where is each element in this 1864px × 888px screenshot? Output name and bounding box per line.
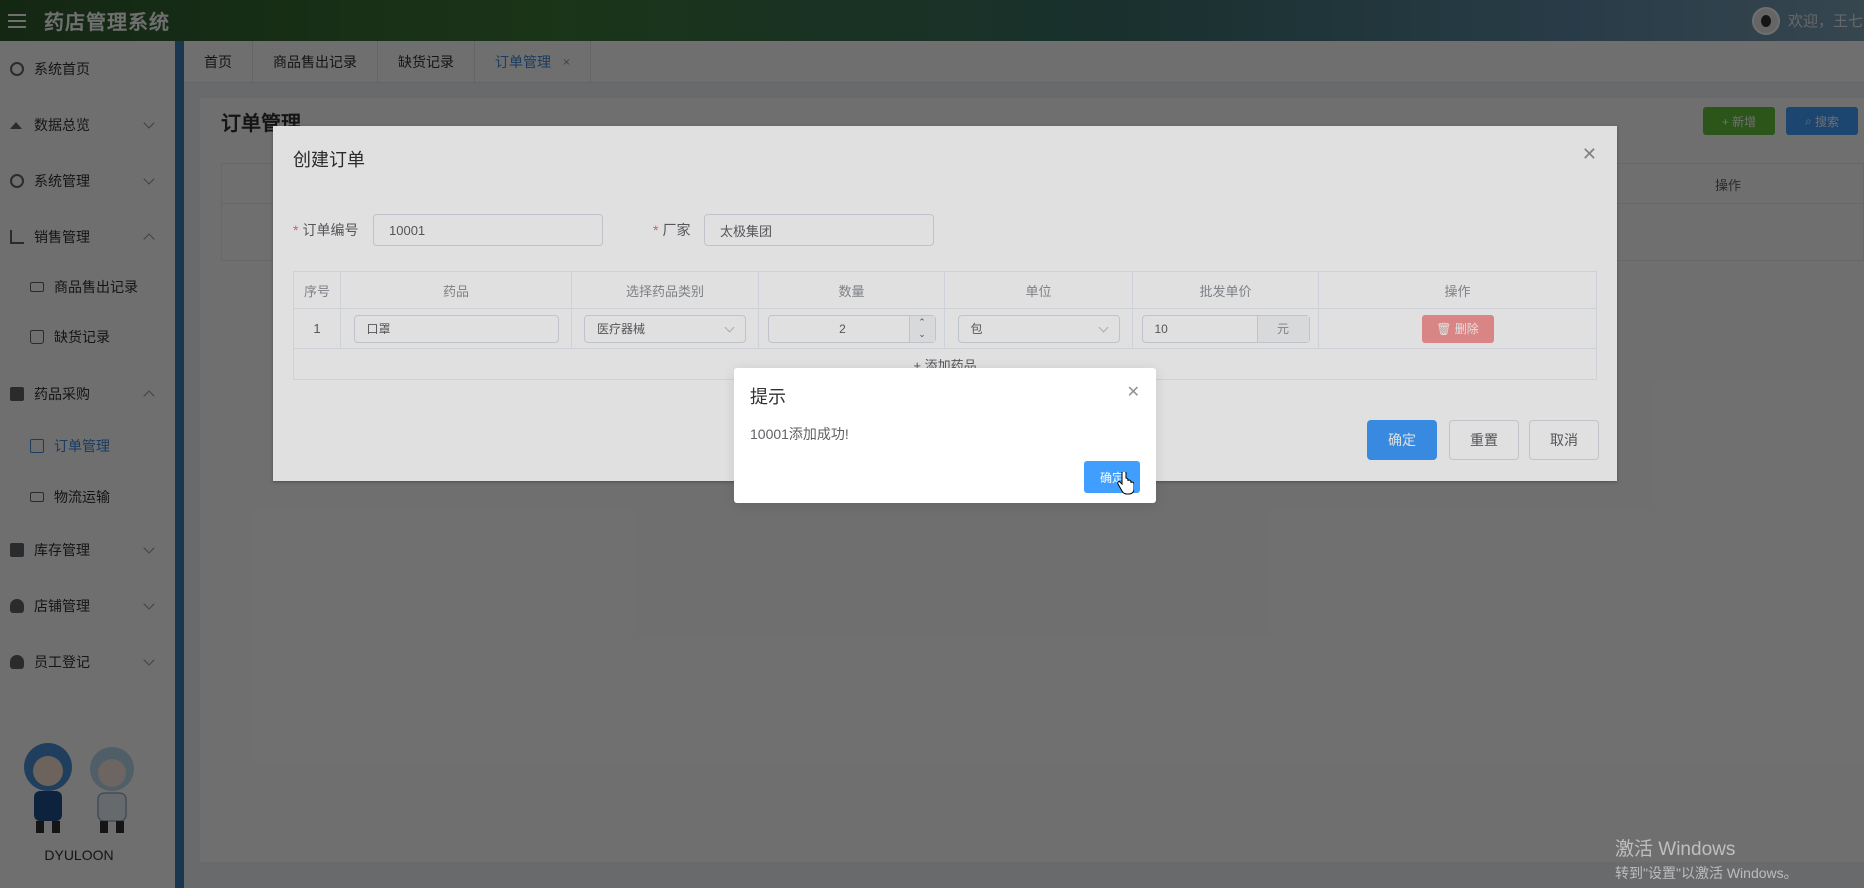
message-body: 10001添加成功! bbox=[750, 426, 849, 442]
hand-cursor-icon bbox=[1117, 472, 1134, 495]
windows-activation-watermark: 激活 Windows 转到"设置"以激活 Windows。 bbox=[1615, 839, 1798, 881]
message-box: 提示 ✕ 10001添加成功! 确定 bbox=[734, 368, 1156, 503]
close-icon[interactable]: ✕ bbox=[1127, 382, 1140, 402]
message-title: 提示 bbox=[750, 387, 786, 407]
